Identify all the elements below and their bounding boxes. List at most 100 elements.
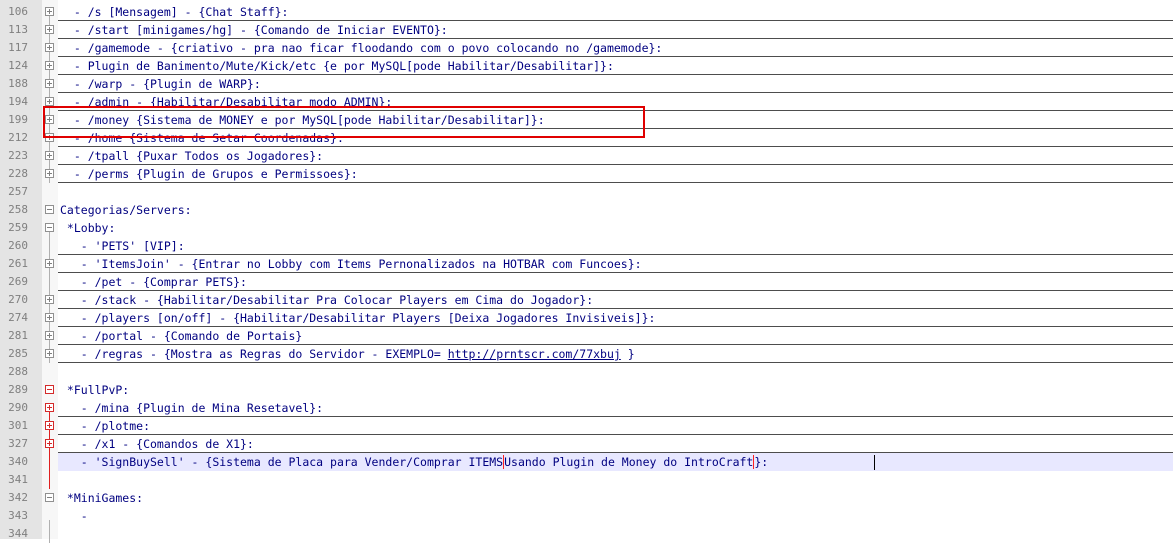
line-number: 270 xyxy=(8,293,28,306)
code-text: - /gamemode - {criativo - pra nao ficar … xyxy=(60,41,663,55)
code-line[interactable]: 340 - 'SignBuySell' - {Sistema de Placa … xyxy=(0,453,1173,471)
code-line[interactable]: 124 - Plugin de Banimento/Mute/Kick/etc … xyxy=(0,57,1173,75)
red-highlight-annotation xyxy=(43,106,645,138)
code-line[interactable]: 260 - 'PETS' [VIP]: xyxy=(0,237,1173,255)
fold-expand-icon[interactable] xyxy=(45,97,54,106)
code-text: - 'PETS' [VIP]: xyxy=(60,239,185,253)
code-text: Categorias/Servers: xyxy=(60,203,192,217)
code-line[interactable]: 290 - /mina {Plugin de Mina Resetavel}: xyxy=(0,399,1173,417)
code-line[interactable]: 188 - /warp - {Plugin de WARP}: xyxy=(0,75,1173,93)
code-line[interactable]: 327 - /x1 - {Comandos de X1}: xyxy=(0,435,1173,453)
code-editor[interactable]: 106 - /s [Mensagem] - {Chat Staff}: 113 -… xyxy=(0,0,1173,543)
code-text-segment: - /plotme: xyxy=(60,419,151,433)
code-text: - /x1 - {Comandos de X1}: xyxy=(60,437,254,451)
code-line[interactable]: 281 - /portal - {Comando de Portais} xyxy=(0,327,1173,345)
code-line[interactable]: 228 - /perms {Plugin de Grupos e Permiss… xyxy=(0,165,1173,183)
line-number: 188 xyxy=(8,77,28,90)
line-number: 327 xyxy=(8,437,28,450)
code-text-segment: *Lobby: xyxy=(60,221,116,235)
fold-expand-icon[interactable] xyxy=(45,295,54,304)
code-text-segment: - 'SignBuySell' - {Sistema de Placa para… xyxy=(60,455,504,469)
line-number: 228 xyxy=(8,167,28,180)
code-text: *Lobby: xyxy=(60,221,115,235)
line-number: 344 xyxy=(8,527,28,540)
code-line[interactable]: 270 - /stack - {Habilitar/Desabilitar Pr… xyxy=(0,291,1173,309)
code-line[interactable]: 269 - /pet - {Comprar PETS}: xyxy=(0,273,1173,291)
code-line[interactable]: 274 - /players [on/off] - {Habilitar/Des… xyxy=(0,309,1173,327)
line-number: 340 xyxy=(8,455,28,468)
code-text: *MiniGames: xyxy=(60,491,143,505)
fold-expand-icon[interactable] xyxy=(45,331,54,340)
line-number: 259 xyxy=(8,221,28,234)
code-text: - /perms {Plugin de Grupos e Permissoes}… xyxy=(60,167,358,181)
fold-expand-icon[interactable] xyxy=(45,151,54,160)
fold-expand-icon[interactable] xyxy=(45,169,54,178)
code-line[interactable]: 341 xyxy=(0,471,1173,489)
line-number: 106 xyxy=(8,5,28,18)
code-line[interactable]: 223 - /tpall {Puxar Todos os Jogadores}: xyxy=(0,147,1173,165)
brace-match-highlight: Usando Plugin de Money do IntroCraft xyxy=(503,455,755,469)
fold-collapse-icon[interactable] xyxy=(45,385,54,394)
fold-expand-icon[interactable] xyxy=(45,421,54,430)
fold-collapse-icon[interactable] xyxy=(45,223,54,232)
code-line[interactable]: 258 Categorias/Servers: xyxy=(0,201,1173,219)
line-number: 258 xyxy=(8,203,28,216)
fold-expand-icon[interactable] xyxy=(45,61,54,70)
hyperlink[interactable]: http://prntscr.com/77xbuj xyxy=(448,347,621,361)
fold-expand-icon[interactable] xyxy=(45,43,54,52)
code-line[interactable]: 285 - /regras - {Mostra as Regras do Ser… xyxy=(0,345,1173,363)
code-text: - /players [on/off] - {Habilitar/Desabil… xyxy=(60,311,656,325)
code-line[interactable]: 343 - xyxy=(0,507,1173,525)
code-line[interactable]: 257 xyxy=(0,183,1173,201)
code-text-segment: - /mina {Plugin de Mina Resetavel}: xyxy=(60,401,324,415)
line-number: 274 xyxy=(8,311,28,324)
fold-expand-icon[interactable] xyxy=(45,7,54,16)
code-text-segment: - /s [Mensagem] - {Chat Staff}: xyxy=(60,5,289,19)
code-text-segment: - /perms {Plugin de Grupos e Permissoes}… xyxy=(60,167,358,181)
code-text-segment: - 'PETS' [VIP]: xyxy=(60,239,185,253)
code-text-segment: - /pet - {Comprar PETS}: xyxy=(60,275,247,289)
line-number: 212 xyxy=(8,131,28,144)
code-text: - /plotme: xyxy=(60,419,150,433)
code-text: - /s [Mensagem] - {Chat Staff}: xyxy=(60,5,289,19)
fold-expand-icon[interactable] xyxy=(45,25,54,34)
code-line[interactable]: 344 xyxy=(0,525,1173,543)
fold-expand-icon[interactable] xyxy=(45,349,54,358)
code-text-segment: *MiniGames: xyxy=(60,491,144,505)
line-number: 260 xyxy=(8,239,28,252)
line-number: 342 xyxy=(8,491,28,504)
line-number: 285 xyxy=(8,347,28,360)
code-line[interactable]: 259 *Lobby: xyxy=(0,219,1173,237)
code-text: - /stack - {Habilitar/Desabilitar Pra Co… xyxy=(60,293,593,307)
code-line[interactable]: 261 - 'ItemsJoin' - {Entrar no Lobby com… xyxy=(0,255,1173,273)
code-text: - /tpall {Puxar Todos os Jogadores}: xyxy=(60,149,323,163)
line-number: 290 xyxy=(8,401,28,414)
fold-collapse-icon[interactable] xyxy=(45,205,54,214)
fold-expand-icon[interactable] xyxy=(45,313,54,322)
line-number: 113 xyxy=(8,23,28,36)
fold-expand-icon[interactable] xyxy=(45,403,54,412)
line-number: 194 xyxy=(8,95,28,108)
code-line[interactable]: 289 *FullPvP: xyxy=(0,381,1173,399)
code-line[interactable]: 106 - /s [Mensagem] - {Chat Staff}: xyxy=(0,3,1173,21)
line-number: 257 xyxy=(8,185,28,198)
code-line[interactable]: 288 xyxy=(0,363,1173,381)
code-text: - /start [minigames/hg] - {Comando de In… xyxy=(60,23,448,37)
fold-expand-icon[interactable] xyxy=(45,79,54,88)
line-number: 281 xyxy=(8,329,28,342)
code-text: - /portal - {Comando de Portais} xyxy=(60,329,303,343)
line-number: 199 xyxy=(8,113,28,126)
code-line[interactable]: 113 - /start [minigames/hg] - {Comando d… xyxy=(0,21,1173,39)
code-text: - /regras - {Mostra as Regras do Servido… xyxy=(60,347,635,361)
code-text: - 'ItemsJoin' - {Entrar no Lobby com Ite… xyxy=(60,257,642,271)
fold-expand-icon[interactable] xyxy=(45,259,54,268)
code-text-segment: - /tpall {Puxar Todos os Jogadores}: xyxy=(60,149,324,163)
code-line[interactable]: 301 - /plotme: xyxy=(0,417,1173,435)
fold-expand-icon[interactable] xyxy=(45,439,54,448)
code-text-segment: - /players [on/off] - {Habilitar/Desabil… xyxy=(60,311,656,325)
code-line[interactable]: 117 - /gamemode - {criativo - pra nao fi… xyxy=(0,39,1173,57)
line-number: 343 xyxy=(8,509,28,522)
line-number: 117 xyxy=(8,41,28,54)
code-line[interactable]: 342 *MiniGames: xyxy=(0,489,1173,507)
fold-collapse-icon[interactable] xyxy=(45,493,54,502)
